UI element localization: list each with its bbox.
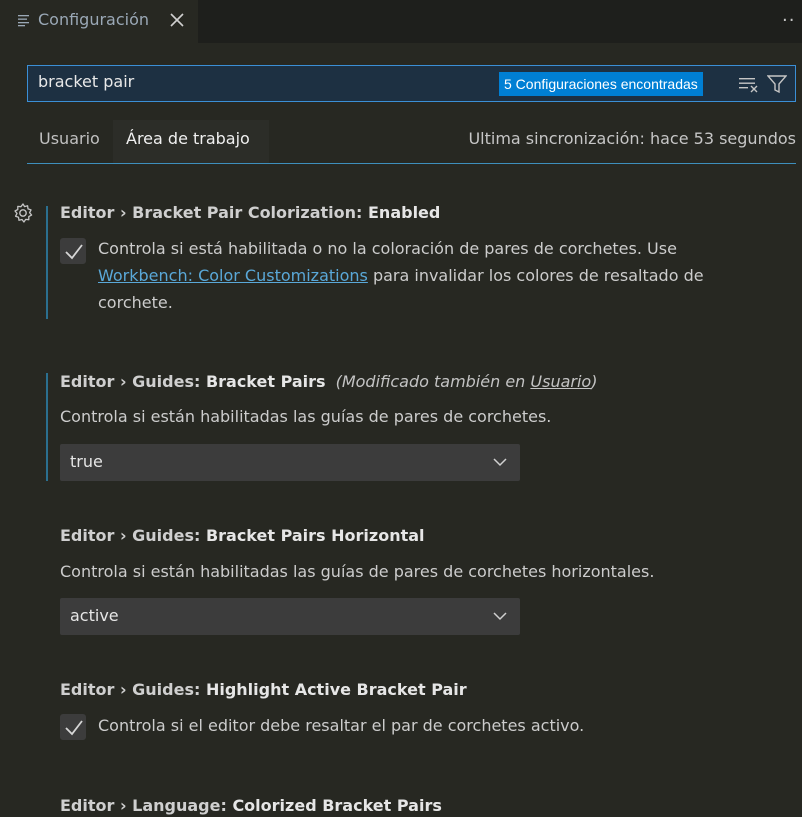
setting-key: Enabled [368,203,441,222]
setting-description: Controla si el editor debe resaltar el p… [98,716,585,735]
search-input[interactable]: bracket pair 5 Configuraciones encontrad… [27,65,796,102]
setting-checkbox[interactable] [60,238,86,264]
more-actions-icon[interactable]: ·· [782,10,795,31]
setting-key: Bracket Pairs Horizontal [205,526,425,545]
setting-key: Colorized Bracket Pairs [232,796,442,815]
chevron-down-icon [493,612,507,621]
sync-status: Ultima sincronización: hace 53 segundos [468,129,796,148]
description-text: Controla si está habilitada o no la colo… [98,239,677,258]
tab-workspace[interactable]: Área de trabajo [113,120,269,163]
setting-description: Controla si están habilitadas las guías … [60,407,552,426]
clear-filter-icon[interactable] [739,75,759,93]
setting-guides-bracket-pairs-horizontal: Editor › Guides: Bracket Pairs Horizonta… [0,522,802,637]
setting-highlight-active-bracket-pair: Editor › Guides: Highlight Active Bracke… [0,676,802,756]
setting-title: Editor › Language: Colorized Bracket Pai… [60,796,442,815]
setting-category: Editor › Guides: [60,526,206,545]
chevron-down-icon [493,458,507,467]
setting-key: Bracket Pairs [205,372,326,391]
check-icon [65,244,83,260]
setting-dropdown[interactable]: active [60,598,520,635]
tab-workspace-label: Área de trabajo [126,129,250,148]
gear-icon[interactable] [12,202,34,224]
modified-indicator: (Modificado también en Usuario) [336,372,598,391]
setting-guides-bracket-pairs: Editor › Guides: Bracket Pairs (Modificad… [0,368,802,483]
color-customizations-link[interactable]: Workbench: Color Customizations [98,266,368,285]
check-icon [65,720,83,736]
results-count-badge: 5 Configuraciones encontradas [499,72,703,96]
modified-suffix: ) [591,372,598,391]
setting-description: Controla si están habilitadas las guías … [60,562,655,581]
setting-checkbox[interactable] [60,714,86,740]
tab-title: Configuración [38,10,150,29]
close-icon[interactable] [170,13,184,27]
tab-settings[interactable]: Configuración [0,0,198,43]
setting-title: Editor › Bracket Pair Colorization: Enab… [60,203,440,222]
filter-icon[interactable] [767,74,787,94]
modified-user-link[interactable]: Usuario [530,372,591,391]
setting-category: Editor › Language: [60,796,233,815]
setting-title: Editor › Guides: Highlight Active Bracke… [60,680,467,699]
setting-category: Editor › Guides: [60,680,206,699]
setting-key: Highlight Active Bracket Pair [205,680,467,699]
setting-title: Editor › Guides: Bracket Pairs Horizonta… [60,526,425,545]
setting-title: Editor › Guides: Bracket Pairs (Modificad… [60,372,597,391]
setting-dropdown[interactable]: true [60,444,520,481]
setting-category: Editor › Bracket Pair Colorization: [60,203,368,222]
focus-indicator [46,206,48,319]
dropdown-value: true [70,452,103,471]
search-value[interactable]: bracket pair [38,72,134,91]
setting-colorized-bracket-pairs: Editor › Language: Colorized Bracket Pai… [0,792,802,817]
editor-tab-bar: Configuración ·· [0,0,802,43]
modified-prefix: (Modificado también en [335,372,531,391]
focus-indicator [46,373,48,481]
setting-bracket-pair-colorization: Editor › Bracket Pair Colorization: Enab… [0,200,802,320]
tab-user[interactable]: Usuario [39,129,100,148]
setting-description: Controla si está habilitada o no la colo… [98,235,758,316]
setting-category: Editor › Guides: [60,372,206,391]
settings-lines-icon [18,15,29,27]
dropdown-value: active [70,606,119,625]
settings-scope-tabs: Usuario Área de trabajo Ultima sincroniz… [27,120,796,164]
